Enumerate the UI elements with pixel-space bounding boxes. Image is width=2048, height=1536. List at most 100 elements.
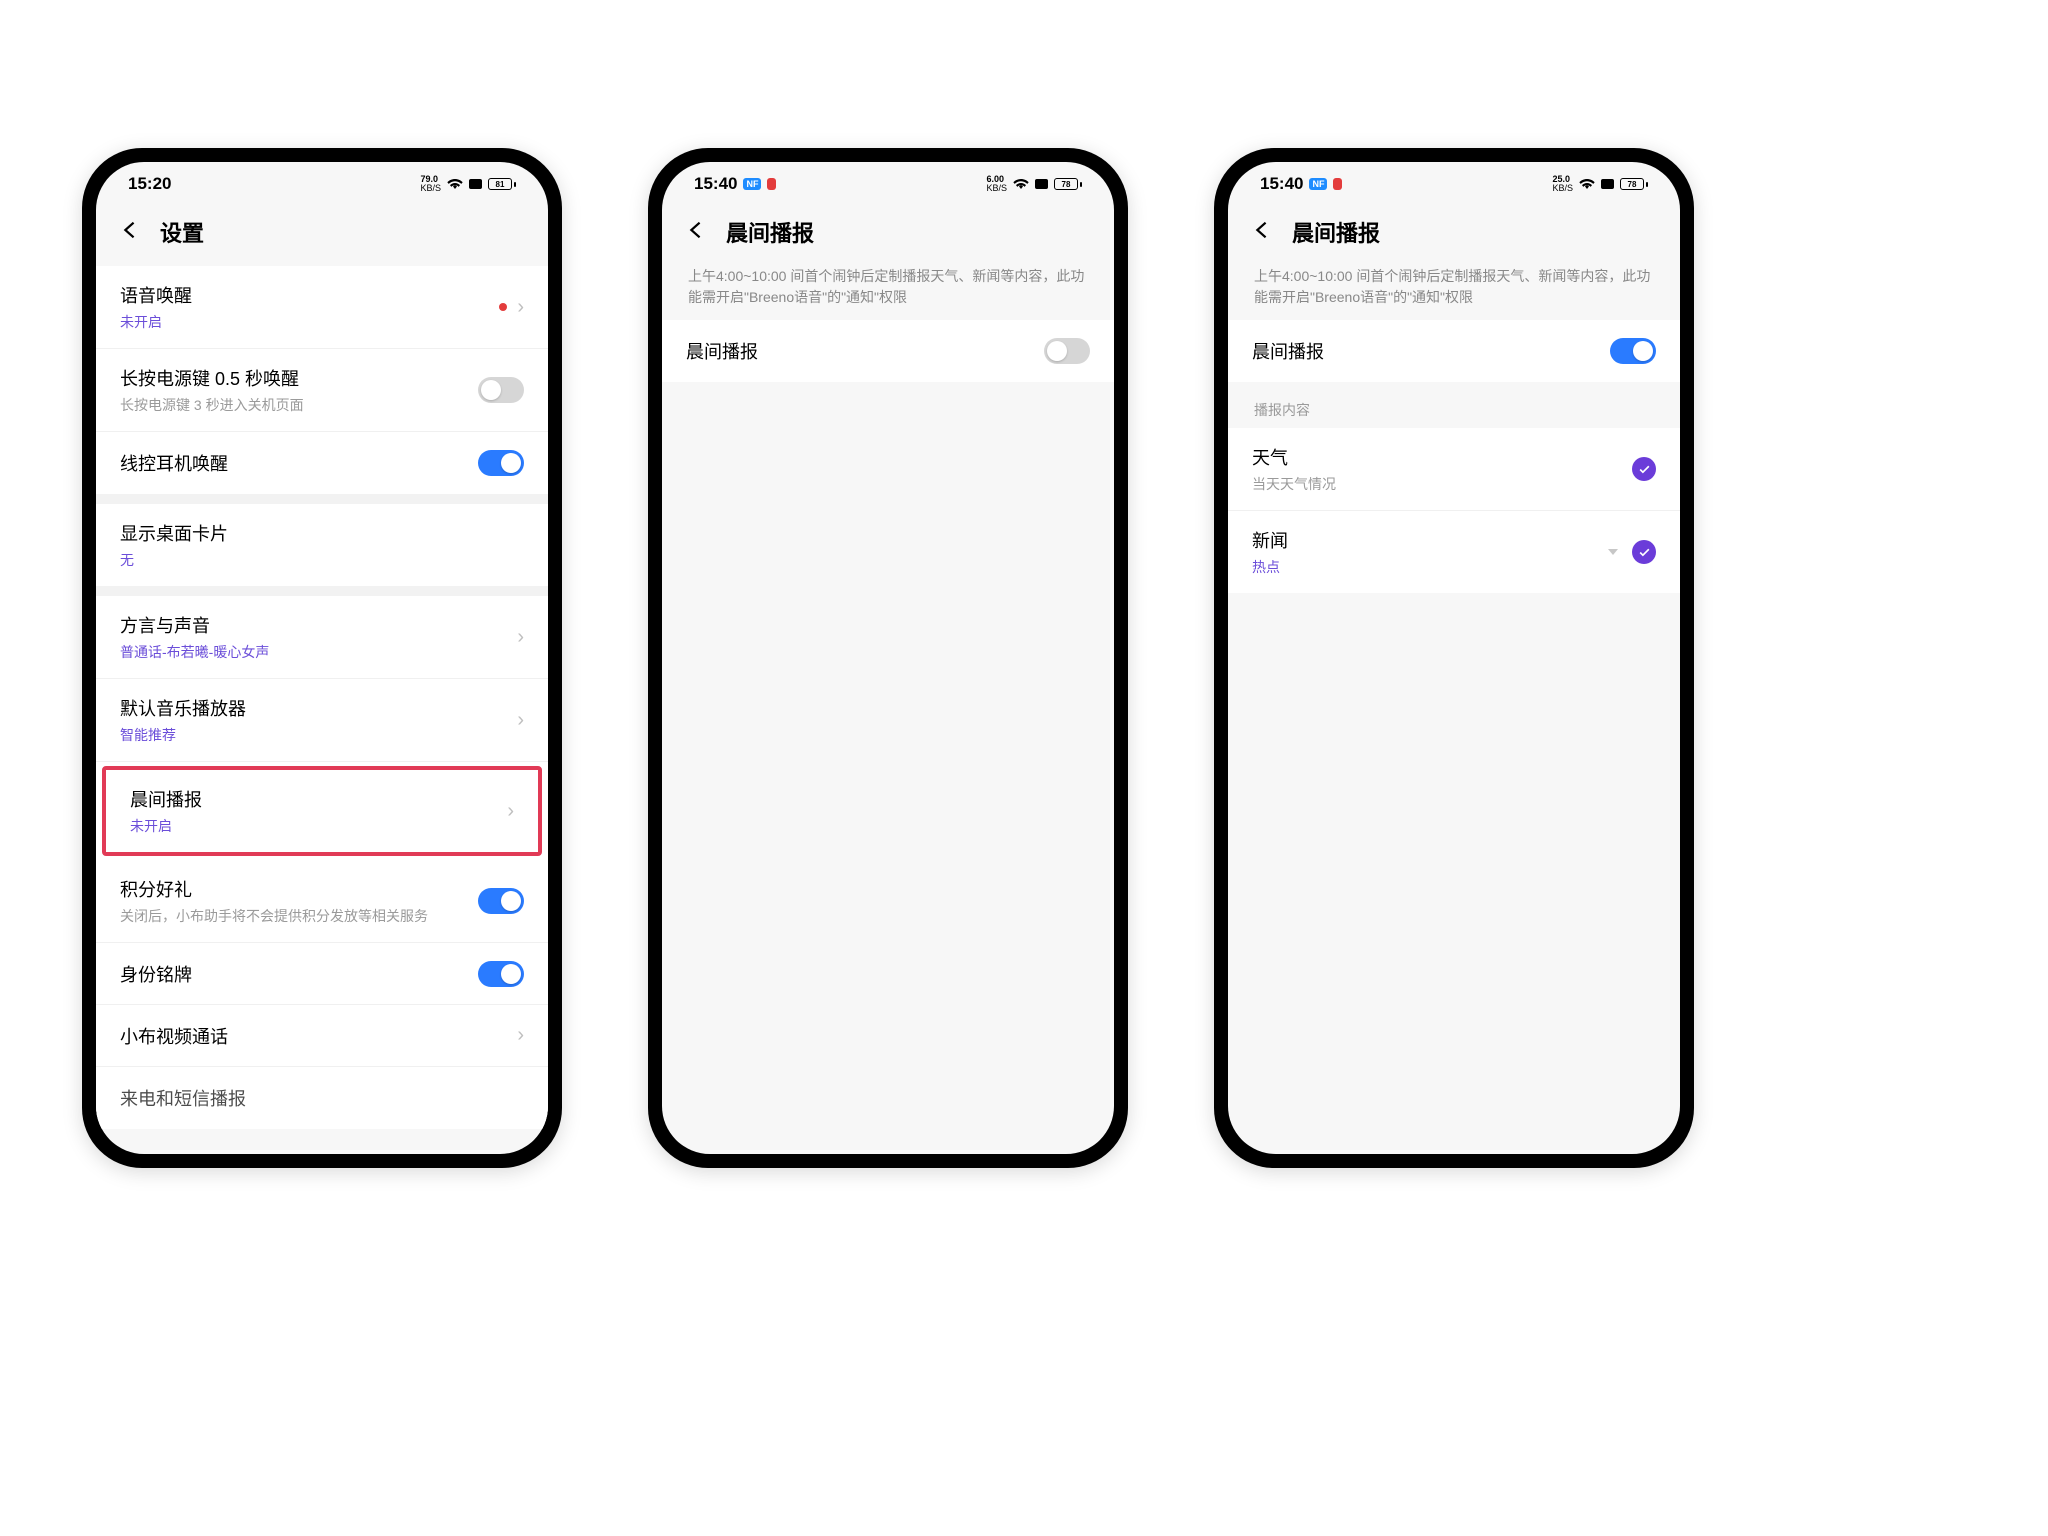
toggle-wired-wake[interactable] [478, 450, 524, 476]
net-speed: 79.0 KB/S [420, 175, 441, 193]
row-desktop-card[interactable]: 显示桌面卡片 无 [96, 504, 548, 586]
row-title: 晨间播报 [1252, 338, 1610, 364]
row-sub: 热点 [1252, 557, 1608, 577]
screen-2: 15:40 NF 6.00 KB/S 78 晨间播报 上午 [662, 162, 1114, 1154]
page-description: 上午4:00~10:00 间首个闹钟后定制播报天气、新闻等内容，此功能需开启"B… [662, 266, 1114, 320]
status-time: 15:40 [694, 174, 737, 194]
row-dialect[interactable]: 方言与声音 普通话-布若曦-暖心女声 › [96, 596, 548, 679]
record-icon [1035, 179, 1048, 189]
page-header: 设置 [96, 206, 548, 266]
row-badge[interactable]: 身份铭牌 [96, 943, 548, 1005]
net-speed: 25.0 KB/S [1552, 175, 1573, 193]
record-icon [1601, 179, 1614, 189]
settings-group-card: 显示桌面卡片 无 [96, 504, 548, 586]
row-title: 天气 [1252, 444, 1632, 470]
separator [96, 586, 548, 596]
wifi-icon [1013, 177, 1029, 192]
chevron-right-icon: › [517, 626, 524, 649]
settings-group: 晨间播报 [1228, 320, 1680, 382]
row-title: 晨间播报 [130, 786, 507, 812]
settings-group-wake: 语音唤醒 未开启 › 长按电源键 0.5 秒唤醒 长按电源键 3 秒进入关机页面… [96, 266, 548, 494]
row-morning-broadcast[interactable]: 晨间播报 [1228, 320, 1680, 382]
row-sub: 普通话-布若曦-暖心女声 [120, 642, 517, 662]
row-title: 晨间播报 [686, 338, 1044, 364]
toggle-power-wake[interactable] [478, 377, 524, 403]
row-sub: 关闭后，小布助手将不会提供积分发放等相关服务 [120, 906, 478, 926]
row-weather[interactable]: 天气 当天天气情况 [1228, 428, 1680, 511]
toggle-morning-broadcast[interactable] [1610, 338, 1656, 364]
separator [96, 494, 548, 504]
battery-icon: 78 [1620, 178, 1648, 190]
settings-group: 晨间播报 [662, 320, 1114, 382]
row-title: 新闻 [1252, 527, 1608, 553]
row-sub: 当天天气情况 [1252, 474, 1632, 494]
row-sub: 无 [120, 550, 524, 570]
battery-icon: 81 [488, 178, 516, 190]
page-title: 设置 [160, 216, 204, 248]
row-news[interactable]: 新闻 热点 [1228, 511, 1680, 593]
row-power-wake[interactable]: 长按电源键 0.5 秒唤醒 长按电源键 3 秒进入关机页面 [96, 349, 548, 432]
row-sub: 长按电源键 3 秒进入关机页面 [120, 395, 478, 415]
row-voice-wake[interactable]: 语音唤醒 未开启 › [96, 266, 548, 349]
chevron-right-icon: › [517, 1024, 524, 1047]
status-time: 15:20 [128, 174, 171, 194]
chevron-right-icon: › [507, 800, 514, 823]
screen-1: 15:20 79.0 KB/S 81 设置 [96, 162, 548, 1154]
phone-frame-1: 15:20 79.0 KB/S 81 设置 [82, 148, 562, 1168]
row-wired-wake[interactable]: 线控耳机唤醒 [96, 432, 548, 494]
back-icon[interactable] [684, 219, 706, 246]
status-pill-red [1333, 178, 1342, 190]
check-circle-icon[interactable] [1632, 457, 1656, 481]
row-title: 线控耳机唤醒 [120, 450, 478, 476]
row-sub: 智能推荐 [120, 725, 517, 745]
phone-frame-2: 15:40 NF 6.00 KB/S 78 晨间播报 上午 [648, 148, 1128, 1168]
status-pill-red [767, 178, 776, 190]
page-header: 晨间播报 [1228, 206, 1680, 266]
toggle-morning-broadcast[interactable] [1044, 338, 1090, 364]
check-circle-icon[interactable] [1632, 540, 1656, 564]
status-pill-blue: NF [1309, 178, 1327, 190]
alert-dot-icon [499, 303, 507, 311]
back-icon[interactable] [1250, 219, 1272, 246]
chevron-right-icon: › [517, 296, 524, 319]
status-bar: 15:40 NF 25.0 KB/S 78 [1228, 162, 1680, 206]
page-header: 晨间播报 [662, 206, 1114, 266]
phone-frame-3: 15:40 NF 25.0 KB/S 78 晨间播报 上午 [1214, 148, 1694, 1168]
page-title: 晨间播报 [726, 216, 814, 248]
section-label: 播报内容 [1228, 382, 1680, 428]
net-speed: 6.00 KB/S [986, 175, 1007, 193]
chevron-right-icon: › [517, 709, 524, 732]
row-player[interactable]: 默认音乐播放器 智能推荐 › [96, 679, 548, 762]
row-title: 显示桌面卡片 [120, 520, 524, 546]
row-title: 语音唤醒 [120, 282, 499, 308]
row-title: 小布视频通话 [120, 1023, 517, 1049]
row-title: 积分好礼 [120, 876, 478, 902]
settings-group-voice: 方言与声音 普通话-布若曦-暖心女声 › 默认音乐播放器 智能推荐 › 晨间播报… [96, 596, 548, 1129]
row-morning-broadcast[interactable]: 晨间播报 [662, 320, 1114, 382]
row-cutoff[interactable]: 来电和短信播报 [96, 1067, 548, 1129]
row-title: 方言与声音 [120, 612, 517, 638]
status-pill-blue: NF [743, 178, 761, 190]
battery-icon: 78 [1054, 178, 1082, 190]
row-title: 默认音乐播放器 [120, 695, 517, 721]
status-time: 15:40 [1260, 174, 1303, 194]
back-icon[interactable] [118, 219, 140, 246]
wifi-icon [1579, 177, 1595, 192]
toggle-points[interactable] [478, 888, 524, 914]
page-title: 晨间播报 [1292, 216, 1380, 248]
row-title: 身份铭牌 [120, 961, 478, 987]
broadcast-content-group: 天气 当天天气情况 新闻 热点 [1228, 428, 1680, 593]
highlight-box: 晨间播报 未开启 › [102, 766, 542, 856]
record-icon [469, 179, 482, 189]
row-sub: 未开启 [120, 312, 499, 332]
row-video-call[interactable]: 小布视频通话 › [96, 1005, 548, 1067]
row-points[interactable]: 积分好礼 关闭后，小布助手将不会提供积分发放等相关服务 [96, 860, 548, 943]
status-bar: 15:20 79.0 KB/S 81 [96, 162, 548, 206]
row-title: 来电和短信播报 [120, 1085, 524, 1111]
row-title: 长按电源键 0.5 秒唤醒 [120, 365, 478, 391]
row-morning-broadcast[interactable]: 晨间播报 未开启 › [106, 770, 538, 852]
wifi-icon [447, 177, 463, 192]
toggle-badge[interactable] [478, 961, 524, 987]
row-sub: 未开启 [130, 816, 507, 836]
chevron-down-icon[interactable] [1608, 549, 1618, 555]
